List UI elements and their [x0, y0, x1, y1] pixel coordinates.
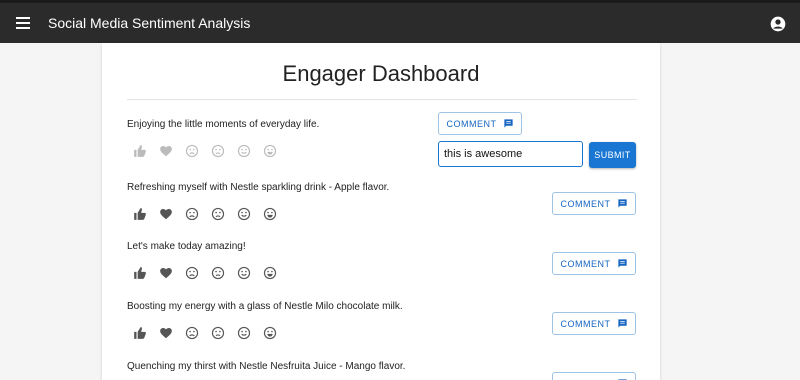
account-icon[interactable]	[770, 16, 786, 32]
thumb-up-button[interactable]	[132, 143, 148, 159]
post-text: Quenching my thirst with Nestle Nesfruit…	[127, 361, 406, 372]
comment-button[interactable]: COMMENT	[552, 192, 636, 215]
comment-button-label: COMMENT	[560, 198, 611, 209]
thumb-up-icon	[134, 267, 146, 279]
thumb-up-button[interactable]	[132, 265, 148, 281]
comment-button[interactable]: COMMENT	[438, 112, 522, 135]
dashboard-card: Engager Dashboard Enjoying the little mo…	[102, 43, 660, 380]
comment-button-label: COMMENT	[560, 258, 611, 269]
frown-face-button[interactable]	[210, 143, 226, 159]
sad-face-button[interactable]	[184, 325, 200, 341]
page-title: Engager Dashboard	[282, 61, 480, 86]
app-title: Social Media Sentiment Analysis	[48, 15, 251, 31]
comment-icon	[617, 199, 627, 208]
post-text: Let's make today amazing!	[127, 241, 246, 252]
comment-icon	[617, 319, 627, 328]
grin-face-icon	[263, 326, 277, 340]
frown-face-icon	[211, 144, 225, 158]
smile-face-button[interactable]	[236, 206, 252, 222]
heart-button[interactable]	[158, 143, 174, 159]
thumb-up-icon	[134, 327, 146, 339]
heart-button[interactable]	[158, 325, 174, 341]
smile-face-icon	[237, 207, 251, 221]
sad-face-button[interactable]	[184, 143, 200, 159]
sad-face-icon	[185, 207, 199, 221]
reaction-bar	[132, 325, 278, 341]
grin-face-button[interactable]	[262, 206, 278, 222]
grin-face-icon	[263, 266, 277, 280]
frown-face-button[interactable]	[210, 265, 226, 281]
comment-button[interactable]: COMMENT	[552, 252, 636, 275]
sad-face-icon	[185, 266, 199, 280]
divider	[127, 99, 637, 100]
frown-face-icon	[211, 266, 225, 280]
post-text: Refreshing myself with Nestle sparkling …	[127, 182, 390, 193]
thumb-up-icon	[134, 208, 146, 220]
frown-face-button[interactable]	[210, 206, 226, 222]
smile-face-button[interactable]	[236, 265, 252, 281]
sad-face-button[interactable]	[184, 206, 200, 222]
grin-face-button[interactable]	[262, 325, 278, 341]
app-bar: Social Media Sentiment Analysis	[0, 0, 800, 43]
grin-face-icon	[263, 207, 277, 221]
frown-face-button[interactable]	[210, 325, 226, 341]
reaction-bar	[132, 265, 278, 281]
grin-face-button[interactable]	[262, 143, 278, 159]
comment-button-label: COMMENT	[560, 318, 611, 329]
heart-icon	[160, 328, 172, 339]
heart-icon	[160, 146, 172, 157]
sad-face-icon	[185, 144, 199, 158]
smile-face-icon	[237, 266, 251, 280]
sad-face-icon	[185, 326, 199, 340]
post-text: Enjoying the little moments of everyday …	[127, 119, 320, 130]
thumb-up-button[interactable]	[132, 325, 148, 341]
heart-icon	[160, 268, 172, 279]
frown-face-icon	[211, 326, 225, 340]
heart-button[interactable]	[158, 206, 174, 222]
thumb-up-icon	[134, 145, 146, 157]
frown-face-icon	[211, 207, 225, 221]
comment-button-label: COMMENT	[446, 118, 497, 129]
grin-face-button[interactable]	[262, 265, 278, 281]
sad-face-button[interactable]	[184, 265, 200, 281]
comment-icon	[503, 119, 513, 128]
comment-button[interactable]: COMMENT	[552, 372, 636, 380]
smile-face-icon	[237, 144, 251, 158]
smile-face-button[interactable]	[236, 143, 252, 159]
reaction-bar	[132, 143, 278, 159]
thumb-up-button[interactable]	[132, 206, 148, 222]
submit-button[interactable]: SUBMIT	[589, 142, 636, 168]
comment-button[interactable]: COMMENT	[552, 312, 636, 335]
grin-face-icon	[263, 144, 277, 158]
reaction-bar	[132, 206, 278, 222]
menu-icon[interactable]	[16, 17, 30, 29]
comment-icon	[617, 259, 627, 268]
smile-face-button[interactable]	[236, 325, 252, 341]
comment-input[interactable]	[438, 141, 583, 167]
post-text: Boosting my energy with a glass of Nestl…	[127, 301, 403, 312]
heart-icon	[160, 209, 172, 220]
smile-face-icon	[237, 326, 251, 340]
heart-button[interactable]	[158, 265, 174, 281]
